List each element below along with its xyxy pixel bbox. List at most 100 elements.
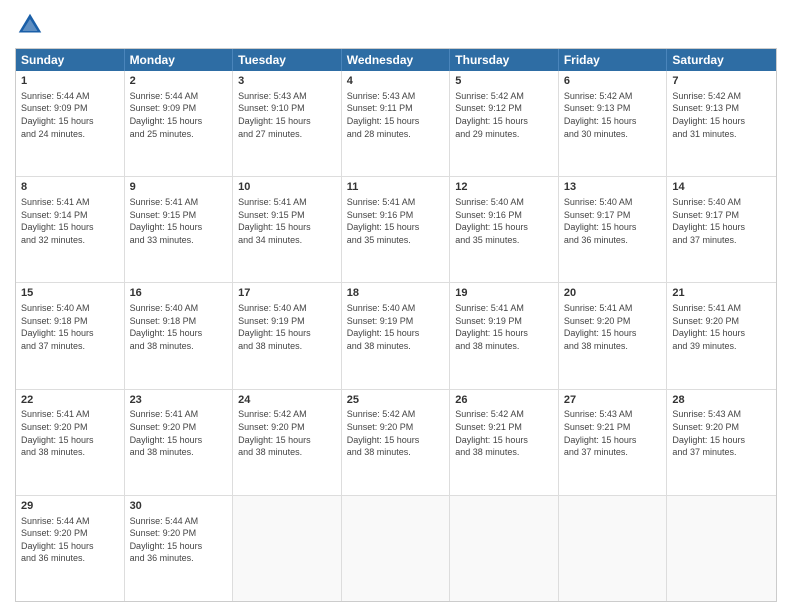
cal-cell: 20Sunrise: 5:41 AM Sunset: 9:20 PM Dayli… bbox=[559, 283, 668, 388]
calendar: SundayMondayTuesdayWednesdayThursdayFrid… bbox=[15, 48, 777, 602]
cal-cell: 9Sunrise: 5:41 AM Sunset: 9:15 PM Daylig… bbox=[125, 177, 234, 282]
cal-cell: 17Sunrise: 5:40 AM Sunset: 9:19 PM Dayli… bbox=[233, 283, 342, 388]
cal-cell: 30Sunrise: 5:44 AM Sunset: 9:20 PM Dayli… bbox=[125, 496, 234, 601]
cal-cell: 27Sunrise: 5:43 AM Sunset: 9:21 PM Dayli… bbox=[559, 390, 668, 495]
page: SundayMondayTuesdayWednesdayThursdayFrid… bbox=[0, 0, 792, 612]
day-info: Sunrise: 5:40 AM Sunset: 9:19 PM Dayligh… bbox=[238, 302, 336, 352]
cal-cell: 15Sunrise: 5:40 AM Sunset: 9:18 PM Dayli… bbox=[16, 283, 125, 388]
day-info: Sunrise: 5:42 AM Sunset: 9:12 PM Dayligh… bbox=[455, 90, 553, 140]
cal-cell: 4Sunrise: 5:43 AM Sunset: 9:11 PM Daylig… bbox=[342, 71, 451, 176]
cal-cell: 25Sunrise: 5:42 AM Sunset: 9:20 PM Dayli… bbox=[342, 390, 451, 495]
day-number: 13 bbox=[564, 180, 662, 195]
day-info: Sunrise: 5:41 AM Sunset: 9:14 PM Dayligh… bbox=[21, 196, 119, 246]
header-cell-thursday: Thursday bbox=[450, 49, 559, 71]
cal-cell: 29Sunrise: 5:44 AM Sunset: 9:20 PM Dayli… bbox=[16, 496, 125, 601]
cal-row-0: 1Sunrise: 5:44 AM Sunset: 9:09 PM Daylig… bbox=[16, 71, 776, 176]
day-number: 18 bbox=[347, 286, 445, 301]
day-info: Sunrise: 5:42 AM Sunset: 9:13 PM Dayligh… bbox=[564, 90, 662, 140]
cal-cell: 21Sunrise: 5:41 AM Sunset: 9:20 PM Dayli… bbox=[667, 283, 776, 388]
day-number: 15 bbox=[21, 286, 119, 301]
logo bbox=[15, 10, 49, 40]
day-number: 28 bbox=[672, 393, 771, 408]
day-info: Sunrise: 5:40 AM Sunset: 9:18 PM Dayligh… bbox=[21, 302, 119, 352]
header-cell-wednesday: Wednesday bbox=[342, 49, 451, 71]
cal-row-4: 29Sunrise: 5:44 AM Sunset: 9:20 PM Dayli… bbox=[16, 495, 776, 601]
day-info: Sunrise: 5:43 AM Sunset: 9:21 PM Dayligh… bbox=[564, 408, 662, 458]
cal-cell: 23Sunrise: 5:41 AM Sunset: 9:20 PM Dayli… bbox=[125, 390, 234, 495]
day-info: Sunrise: 5:40 AM Sunset: 9:17 PM Dayligh… bbox=[672, 196, 771, 246]
day-info: Sunrise: 5:44 AM Sunset: 9:09 PM Dayligh… bbox=[130, 90, 228, 140]
cal-cell: 7Sunrise: 5:42 AM Sunset: 9:13 PM Daylig… bbox=[667, 71, 776, 176]
day-number: 24 bbox=[238, 393, 336, 408]
cal-row-3: 22Sunrise: 5:41 AM Sunset: 9:20 PM Dayli… bbox=[16, 389, 776, 495]
cal-cell: 22Sunrise: 5:41 AM Sunset: 9:20 PM Dayli… bbox=[16, 390, 125, 495]
day-number: 26 bbox=[455, 393, 553, 408]
day-number: 7 bbox=[672, 74, 771, 89]
day-number: 12 bbox=[455, 180, 553, 195]
day-info: Sunrise: 5:43 AM Sunset: 9:11 PM Dayligh… bbox=[347, 90, 445, 140]
logo-icon bbox=[15, 10, 45, 40]
day-number: 20 bbox=[564, 286, 662, 301]
day-info: Sunrise: 5:41 AM Sunset: 9:15 PM Dayligh… bbox=[130, 196, 228, 246]
day-info: Sunrise: 5:42 AM Sunset: 9:21 PM Dayligh… bbox=[455, 408, 553, 458]
header-cell-saturday: Saturday bbox=[667, 49, 776, 71]
day-number: 19 bbox=[455, 286, 553, 301]
day-number: 14 bbox=[672, 180, 771, 195]
day-info: Sunrise: 5:40 AM Sunset: 9:18 PM Dayligh… bbox=[130, 302, 228, 352]
day-info: Sunrise: 5:41 AM Sunset: 9:16 PM Dayligh… bbox=[347, 196, 445, 246]
cal-cell bbox=[450, 496, 559, 601]
day-number: 8 bbox=[21, 180, 119, 195]
day-info: Sunrise: 5:42 AM Sunset: 9:13 PM Dayligh… bbox=[672, 90, 771, 140]
cal-cell bbox=[342, 496, 451, 601]
cal-cell: 11Sunrise: 5:41 AM Sunset: 9:16 PM Dayli… bbox=[342, 177, 451, 282]
day-info: Sunrise: 5:41 AM Sunset: 9:19 PM Dayligh… bbox=[455, 302, 553, 352]
day-number: 11 bbox=[347, 180, 445, 195]
day-number: 30 bbox=[130, 499, 228, 514]
cal-cell: 14Sunrise: 5:40 AM Sunset: 9:17 PM Dayli… bbox=[667, 177, 776, 282]
day-number: 25 bbox=[347, 393, 445, 408]
day-number: 2 bbox=[130, 74, 228, 89]
day-number: 10 bbox=[238, 180, 336, 195]
cal-cell: 1Sunrise: 5:44 AM Sunset: 9:09 PM Daylig… bbox=[16, 71, 125, 176]
cal-cell bbox=[559, 496, 668, 601]
day-info: Sunrise: 5:41 AM Sunset: 9:20 PM Dayligh… bbox=[672, 302, 771, 352]
day-info: Sunrise: 5:41 AM Sunset: 9:20 PM Dayligh… bbox=[564, 302, 662, 352]
cal-cell: 19Sunrise: 5:41 AM Sunset: 9:19 PM Dayli… bbox=[450, 283, 559, 388]
day-info: Sunrise: 5:42 AM Sunset: 9:20 PM Dayligh… bbox=[238, 408, 336, 458]
cal-cell: 5Sunrise: 5:42 AM Sunset: 9:12 PM Daylig… bbox=[450, 71, 559, 176]
calendar-body: 1Sunrise: 5:44 AM Sunset: 9:09 PM Daylig… bbox=[16, 71, 776, 601]
calendar-header: SundayMondayTuesdayWednesdayThursdayFrid… bbox=[16, 49, 776, 71]
header-cell-friday: Friday bbox=[559, 49, 668, 71]
cal-cell: 10Sunrise: 5:41 AM Sunset: 9:15 PM Dayli… bbox=[233, 177, 342, 282]
cal-row-1: 8Sunrise: 5:41 AM Sunset: 9:14 PM Daylig… bbox=[16, 176, 776, 282]
day-info: Sunrise: 5:41 AM Sunset: 9:20 PM Dayligh… bbox=[130, 408, 228, 458]
day-info: Sunrise: 5:40 AM Sunset: 9:17 PM Dayligh… bbox=[564, 196, 662, 246]
day-info: Sunrise: 5:44 AM Sunset: 9:20 PM Dayligh… bbox=[21, 515, 119, 565]
cal-cell: 18Sunrise: 5:40 AM Sunset: 9:19 PM Dayli… bbox=[342, 283, 451, 388]
cal-cell bbox=[233, 496, 342, 601]
cal-cell: 28Sunrise: 5:43 AM Sunset: 9:20 PM Dayli… bbox=[667, 390, 776, 495]
header-cell-monday: Monday bbox=[125, 49, 234, 71]
cal-cell: 3Sunrise: 5:43 AM Sunset: 9:10 PM Daylig… bbox=[233, 71, 342, 176]
cal-cell: 26Sunrise: 5:42 AM Sunset: 9:21 PM Dayli… bbox=[450, 390, 559, 495]
day-info: Sunrise: 5:41 AM Sunset: 9:20 PM Dayligh… bbox=[21, 408, 119, 458]
day-number: 23 bbox=[130, 393, 228, 408]
day-number: 27 bbox=[564, 393, 662, 408]
header-cell-sunday: Sunday bbox=[16, 49, 125, 71]
day-info: Sunrise: 5:41 AM Sunset: 9:15 PM Dayligh… bbox=[238, 196, 336, 246]
cal-cell bbox=[667, 496, 776, 601]
day-number: 16 bbox=[130, 286, 228, 301]
day-number: 17 bbox=[238, 286, 336, 301]
day-info: Sunrise: 5:40 AM Sunset: 9:19 PM Dayligh… bbox=[347, 302, 445, 352]
header-cell-tuesday: Tuesday bbox=[233, 49, 342, 71]
day-number: 1 bbox=[21, 74, 119, 89]
cal-cell: 12Sunrise: 5:40 AM Sunset: 9:16 PM Dayli… bbox=[450, 177, 559, 282]
cal-cell: 24Sunrise: 5:42 AM Sunset: 9:20 PM Dayli… bbox=[233, 390, 342, 495]
cal-cell: 2Sunrise: 5:44 AM Sunset: 9:09 PM Daylig… bbox=[125, 71, 234, 176]
day-number: 29 bbox=[21, 499, 119, 514]
cal-cell: 16Sunrise: 5:40 AM Sunset: 9:18 PM Dayli… bbox=[125, 283, 234, 388]
header bbox=[15, 10, 777, 40]
day-info: Sunrise: 5:44 AM Sunset: 9:09 PM Dayligh… bbox=[21, 90, 119, 140]
day-number: 3 bbox=[238, 74, 336, 89]
day-info: Sunrise: 5:42 AM Sunset: 9:20 PM Dayligh… bbox=[347, 408, 445, 458]
